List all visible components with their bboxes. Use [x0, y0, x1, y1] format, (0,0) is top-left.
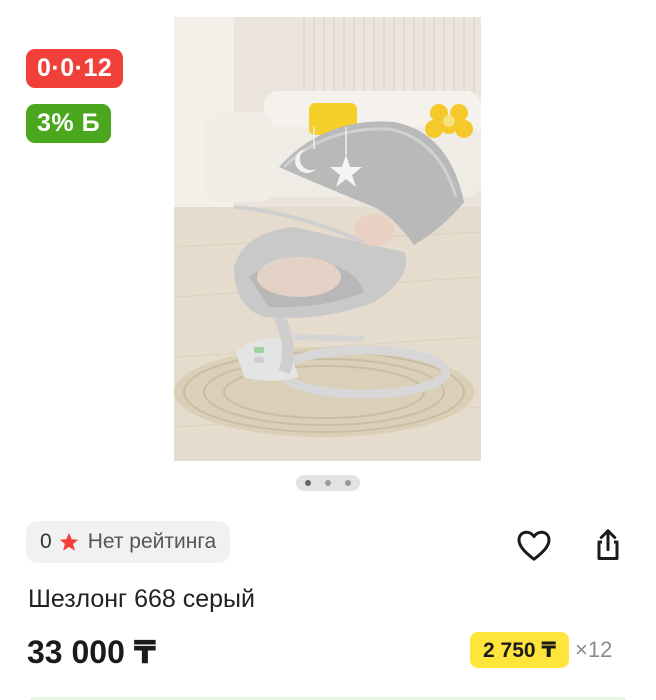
pagination-dot[interactable]: [305, 480, 311, 486]
bonus-badge: 3% Б: [26, 104, 112, 143]
pagination-dot[interactable]: [345, 480, 351, 486]
installment-months: ×12: [575, 637, 613, 662]
heart-icon: [516, 528, 552, 567]
monthly-amount: 2 750 ₸: [470, 632, 569, 668]
pagination-dot[interactable]: [325, 480, 331, 486]
share-button[interactable]: [588, 527, 628, 567]
product-price: 33 000 ₸: [27, 634, 157, 670]
rating-chip[interactable]: 0 Нет рейтинга: [26, 521, 231, 563]
favorite-button[interactable]: [514, 527, 554, 567]
share-icon: [590, 527, 626, 568]
monthly-payment[interactable]: 2 750 ₸ ×12: [470, 632, 612, 668]
product-image[interactable]: [174, 17, 481, 461]
installment-badge: 0·0·12: [26, 49, 124, 88]
baby-bouncer-photo-icon: [174, 17, 481, 461]
star-icon: [58, 531, 80, 553]
gallery-pagination[interactable]: [296, 475, 360, 491]
product-page: 0·0·12 3% Б 0 Нет рейтинга Шезлонг 668 с…: [0, 0, 656, 700]
rating-label: Нет рейтинга: [87, 530, 217, 553]
rating-count: 0: [40, 530, 52, 553]
product-title: Шезлонг 668 серый: [28, 585, 255, 613]
